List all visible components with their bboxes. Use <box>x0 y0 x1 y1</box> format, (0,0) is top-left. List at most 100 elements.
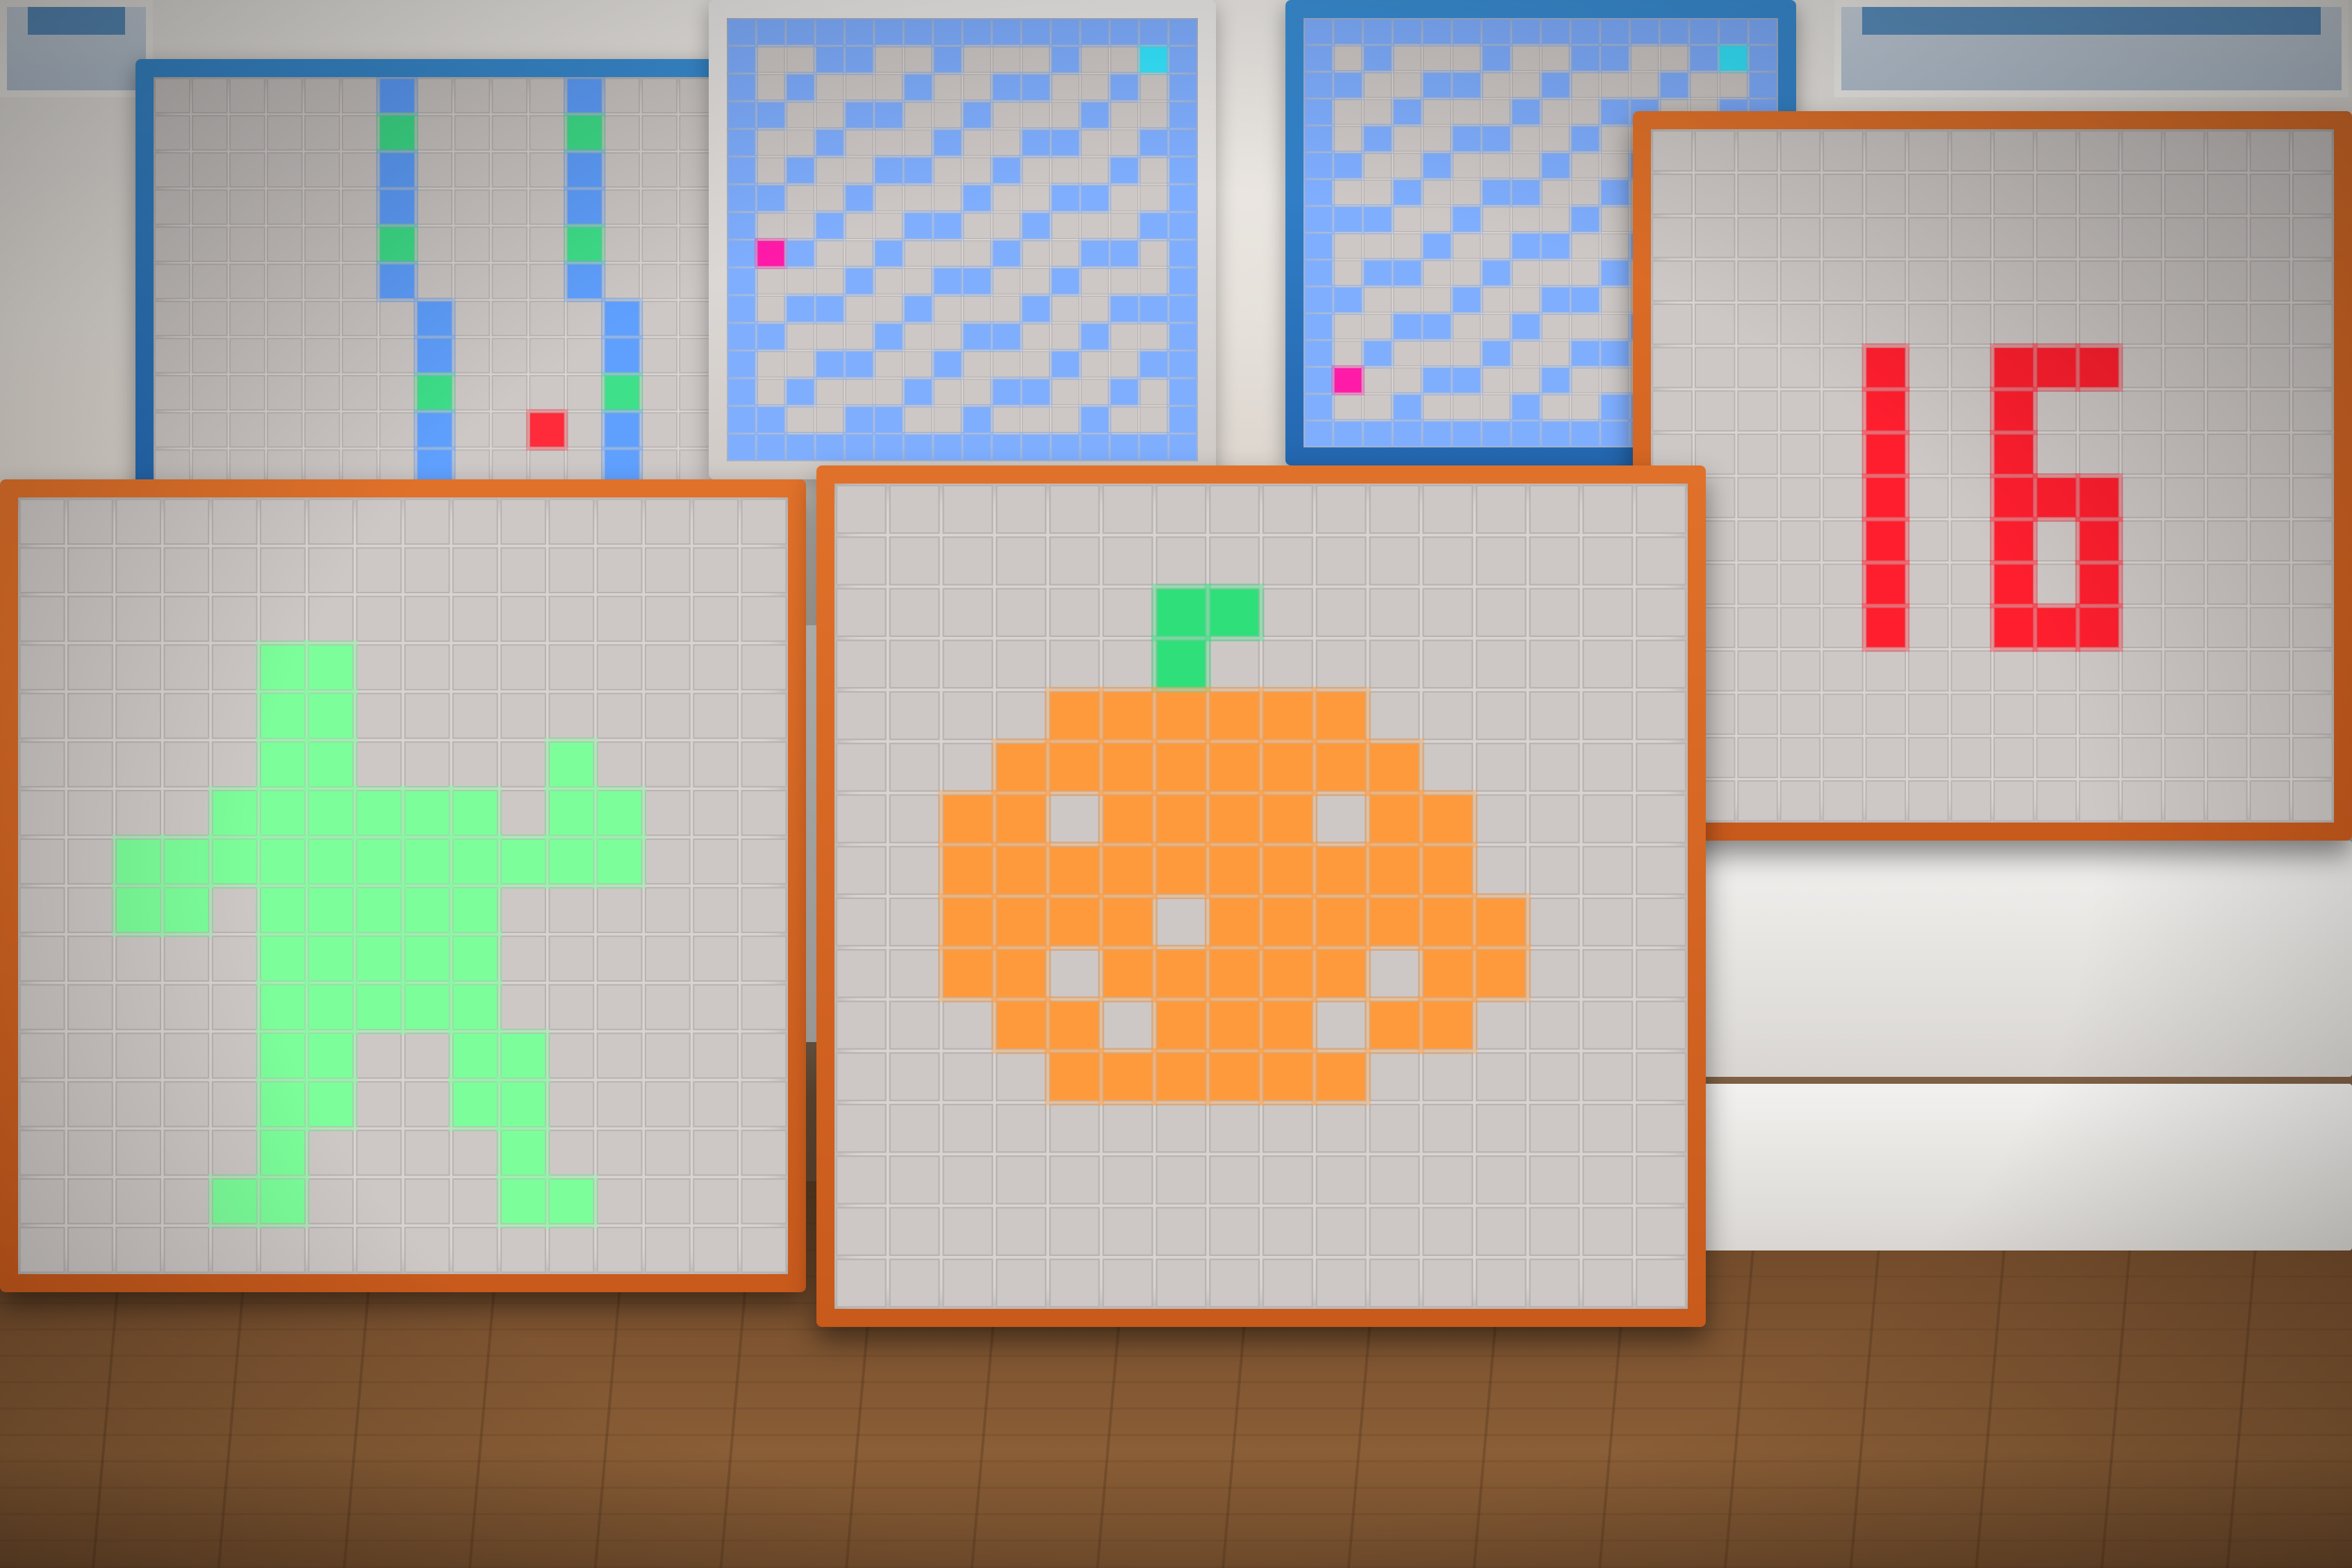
led-off <box>1102 1155 1153 1205</box>
led-off <box>1156 1258 1207 1308</box>
led-on <box>1157 950 1206 997</box>
led-off <box>1140 406 1168 434</box>
led-on <box>1263 1002 1312 1049</box>
led-off <box>1262 536 1313 586</box>
led-off <box>1422 1258 1474 1308</box>
led-off <box>304 152 340 188</box>
led-off <box>1865 693 1907 735</box>
led-on <box>1157 692 1206 739</box>
led-on <box>1263 692 1312 739</box>
led-off <box>342 78 378 114</box>
led-off <box>1993 304 2034 345</box>
led-off <box>2292 563 2333 605</box>
led-off <box>942 1052 994 1102</box>
led-off <box>904 129 932 156</box>
led-off <box>308 1226 354 1273</box>
led-on <box>964 102 991 128</box>
led-on <box>1334 154 1362 178</box>
led-off <box>1422 691 1474 741</box>
led-off <box>1080 213 1109 240</box>
led-off <box>67 1178 113 1225</box>
led-on <box>846 47 873 72</box>
led-on <box>380 153 414 187</box>
led-on <box>787 158 814 183</box>
led-off <box>1140 267 1168 295</box>
led-off <box>1333 45 1363 72</box>
led-off <box>1779 736 1821 779</box>
led-off <box>304 412 340 448</box>
led-off <box>67 1032 113 1079</box>
led-off <box>2164 173 2205 215</box>
led-on <box>905 213 932 239</box>
led-off <box>904 46 932 73</box>
led-off <box>1475 1207 1527 1256</box>
led-on <box>1263 743 1312 791</box>
led-off <box>1475 691 1527 741</box>
led-off <box>1636 949 1687 998</box>
led-off <box>1422 1155 1474 1205</box>
led-on <box>261 839 305 884</box>
led-off <box>2292 736 2333 779</box>
led-off <box>192 374 228 411</box>
led-off <box>1021 323 1051 350</box>
led-on <box>309 985 353 1030</box>
led-on <box>1157 641 1206 688</box>
led-off <box>1102 536 1153 586</box>
led-on <box>501 1179 545 1223</box>
led-on <box>1572 207 1599 232</box>
led-off <box>835 536 887 586</box>
led-off <box>1048 484 1100 534</box>
led-on <box>1631 19 1659 44</box>
led-off <box>1737 563 1778 605</box>
led-on <box>405 839 449 884</box>
led-on <box>1305 73 1332 97</box>
led-off <box>757 295 785 322</box>
led-on <box>1370 847 1419 894</box>
led-off <box>996 1103 1047 1153</box>
led-off <box>1262 1207 1313 1256</box>
led-on <box>1157 1002 1206 1049</box>
led-off <box>2164 390 2205 432</box>
led-on <box>1394 314 1421 339</box>
led-off <box>308 1130 354 1176</box>
led-off <box>115 595 162 642</box>
led-off <box>192 338 228 374</box>
led-on <box>1542 19 1570 44</box>
led-on <box>728 324 755 349</box>
led-on <box>1477 950 1525 997</box>
led-on <box>993 435 1020 461</box>
led-off <box>1102 1207 1153 1256</box>
led-on <box>309 1082 353 1126</box>
led-off <box>1333 99 1363 125</box>
led-on <box>1602 46 1629 71</box>
led-off <box>211 1081 258 1128</box>
led-on <box>380 264 414 299</box>
led-off <box>2249 390 2291 432</box>
led-off <box>1541 313 1570 340</box>
led-off <box>1140 323 1168 350</box>
led-off <box>1051 323 1080 350</box>
led-off <box>757 129 785 156</box>
led-off <box>2249 173 2291 215</box>
led-on <box>875 407 903 433</box>
led-off <box>786 406 815 434</box>
led-off <box>404 1032 450 1079</box>
led-off <box>1369 484 1420 534</box>
led-off <box>163 693 210 739</box>
led-off <box>1541 45 1570 72</box>
led-off <box>874 74 903 101</box>
led-off <box>1823 217 1864 258</box>
led-on <box>1453 422 1480 447</box>
led-off <box>1156 536 1207 586</box>
led-on <box>728 352 755 377</box>
led-on <box>418 413 452 447</box>
led-off <box>1051 240 1080 267</box>
led-off <box>1737 434 1778 475</box>
led-off <box>1482 233 1511 259</box>
led-off <box>404 1178 450 1225</box>
led-on <box>1263 795 1312 843</box>
led-off <box>1051 406 1080 434</box>
led-off <box>154 374 190 411</box>
led-off <box>2207 650 2248 692</box>
led-off <box>1110 185 1139 212</box>
